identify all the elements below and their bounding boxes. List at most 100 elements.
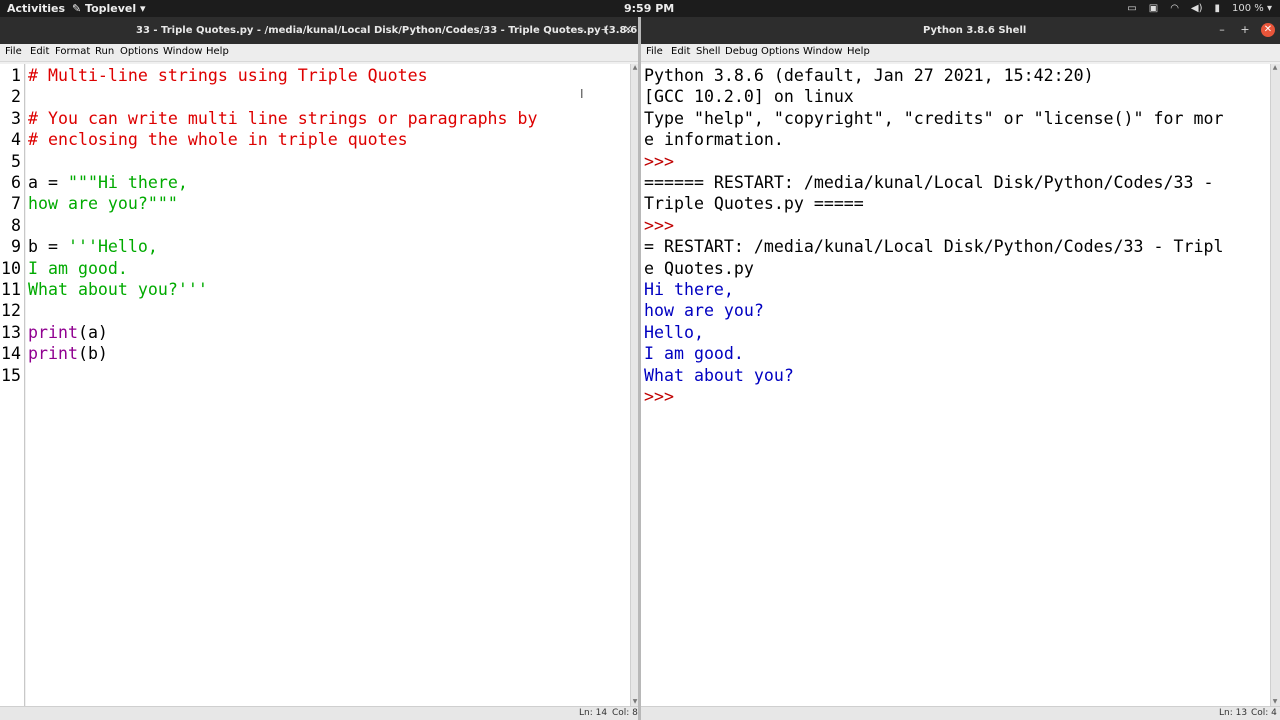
app-icon: ✎ [72,2,86,15]
line-number: 15 [1,365,21,385]
comment: # You can write multi line strings or pa… [28,108,538,128]
editor-menubar: File Edit Format Run Options Window Help [0,44,640,62]
camera-icon: ▣ [1148,3,1159,14]
banner-text: Python 3.8.6 (default, Jan 27 2021, 15:4… [644,66,1094,85]
close-icon[interactable]: ✕ [1261,23,1275,37]
code-line: I am good. [28,258,128,279]
minimize-icon[interactable]: – [1215,23,1229,37]
shell-prompt: >>> [644,215,674,235]
line-number: 9 [11,237,21,257]
column-indicator: Col: 8 [612,708,638,718]
restart-text: = RESTART: /media/kunal/Local Disk/Pytho… [644,237,1224,257]
restart-text: Triple Quotes.py ===== [644,194,864,214]
code-text: (b) [77,344,108,364]
line-number: 3 [11,108,21,128]
minimize-icon[interactable]: – [575,23,589,37]
string-literal: '''Hello, [67,237,158,257]
line-number: 13 [1,322,21,342]
restart-text: ====== RESTART: /media/kunal/Local Disk/… [644,173,1214,192]
shell-line: [GCC 10.2.0] on linux [644,86,854,107]
line-number: 12 [1,301,21,321]
line-number: 11 [1,280,21,299]
shell-line: Hello, [644,322,704,343]
banner-text: e information. [644,130,784,150]
shell-prompt: >>> [644,387,674,406]
code-line: # enclosing the whole in triple quotes [28,129,408,150]
shell-line: >>> [644,386,674,407]
maximize-icon[interactable]: + [598,23,612,37]
editor-titlebar[interactable]: 33 - Triple Quotes.py - /media/kunal/Loc… [0,17,642,44]
menu-debug[interactable]: Debug [725,46,758,57]
code-text: (a) [77,322,108,342]
shell-line: I am good. [644,343,744,364]
line-indicator: Ln: 13 [1219,708,1248,718]
line-number: 2 [11,87,21,107]
clock[interactable]: 9:59 PM [624,0,674,17]
shell-line: Triple Quotes.py ===== [644,193,864,214]
comment: # enclosing the whole in triple quotes [28,130,408,150]
shell-line: What about you? [644,365,794,386]
line-number: 5 [11,151,21,171]
editor-window-title: 33 - Triple Quotes.py - /media/kunal/Loc… [136,25,642,36]
line-number-gutter: 1 2 3 4 5 6 7 8 9 10 11 12 13 14 15 [0,64,25,706]
menu-file[interactable]: File [5,46,22,57]
banner-text: [GCC 10.2.0] on linux [644,87,854,107]
shell-scrollbar[interactable]: ▲ ▼ [1270,64,1280,706]
code-line: print(a) [28,322,108,343]
menu-file[interactable]: File [646,46,663,57]
line-indicator: Ln: 14 [579,708,608,718]
menu-edit[interactable]: Edit [671,46,690,57]
menu-help[interactable]: Help [847,46,870,57]
system-tray[interactable]: ▭ ▣ ◠ ◀) ▮ 100 % ▾ [1127,0,1272,17]
ibeam-cursor-icon: Ι [580,87,584,101]
wifi-icon: ◠ [1170,3,1179,14]
menu-help[interactable]: Help [206,46,229,57]
program-output: Hello, [644,322,704,342]
scroll-up-icon[interactable]: ▲ [1271,64,1279,72]
line-number: 8 [11,215,21,235]
program-output: What about you? [644,365,794,385]
menu-shell[interactable]: Shell [696,46,720,57]
shell-line: >>> [644,151,674,172]
shell-titlebar[interactable]: Python 3.8.6 Shell – + ✕ [641,17,1280,44]
program-output: how are you? [644,301,764,321]
shell-line: e information. [644,129,784,150]
menu-window[interactable]: Window [163,46,202,57]
maximize-icon[interactable]: + [1238,23,1252,37]
code-line: how are you?""" [28,193,178,214]
menu-edit[interactable]: Edit [30,46,49,57]
menu-format[interactable]: Format [55,46,90,57]
string-literal: """Hi there, [67,173,188,192]
line-number: 14 [1,344,21,364]
string-literal: how are you?""" [28,194,178,214]
line-number: 7 [11,194,21,214]
menu-window[interactable]: Window [803,46,842,57]
close-icon[interactable]: ✕ [621,23,635,37]
code-text: a = [28,173,68,192]
program-output: I am good. [644,344,744,364]
shell-line: ====== RESTART: /media/kunal/Local Disk/… [644,172,1213,193]
line-number: 1 [11,66,21,85]
banner-text: Type "help", "copyright", "credits" or "… [644,108,1224,128]
code-line: b = '''Hello, [28,236,158,257]
menu-run[interactable]: Run [95,46,114,57]
column-indicator: Col: 4 [1251,708,1277,718]
menu-options[interactable]: Options [120,46,159,57]
shell-line: Type "help", "copyright", "credits" or "… [644,108,1223,129]
shell-line: = RESTART: /media/kunal/Local Disk/Pytho… [644,236,1223,257]
scroll-down-icon[interactable]: ▼ [1271,698,1279,706]
shell-window-title: Python 3.8.6 Shell [923,25,1027,36]
editor-scrollbar[interactable]: ▲ ▼ [630,64,638,706]
builtin-name: print [28,344,78,364]
shell-prompt: >>> [644,151,674,171]
menu-options[interactable]: Options [761,46,800,57]
code-line: a = """Hi there, [28,172,188,193]
shell-output[interactable]: Python 3.8.6 (default, Jan 27 2021, 15:4… [641,64,1270,706]
shell-line: Hi there, [644,279,734,300]
app-menu[interactable]: ✎ Toplevel ▾ [72,0,146,17]
code-editor[interactable]: # Multi-line strings using Triple Quotes… [26,64,630,706]
activities-button[interactable]: Activities [7,0,65,17]
string-literal: I am good. [28,258,128,278]
builtin-name: print [28,322,78,342]
code-line: print(b) [28,343,108,364]
